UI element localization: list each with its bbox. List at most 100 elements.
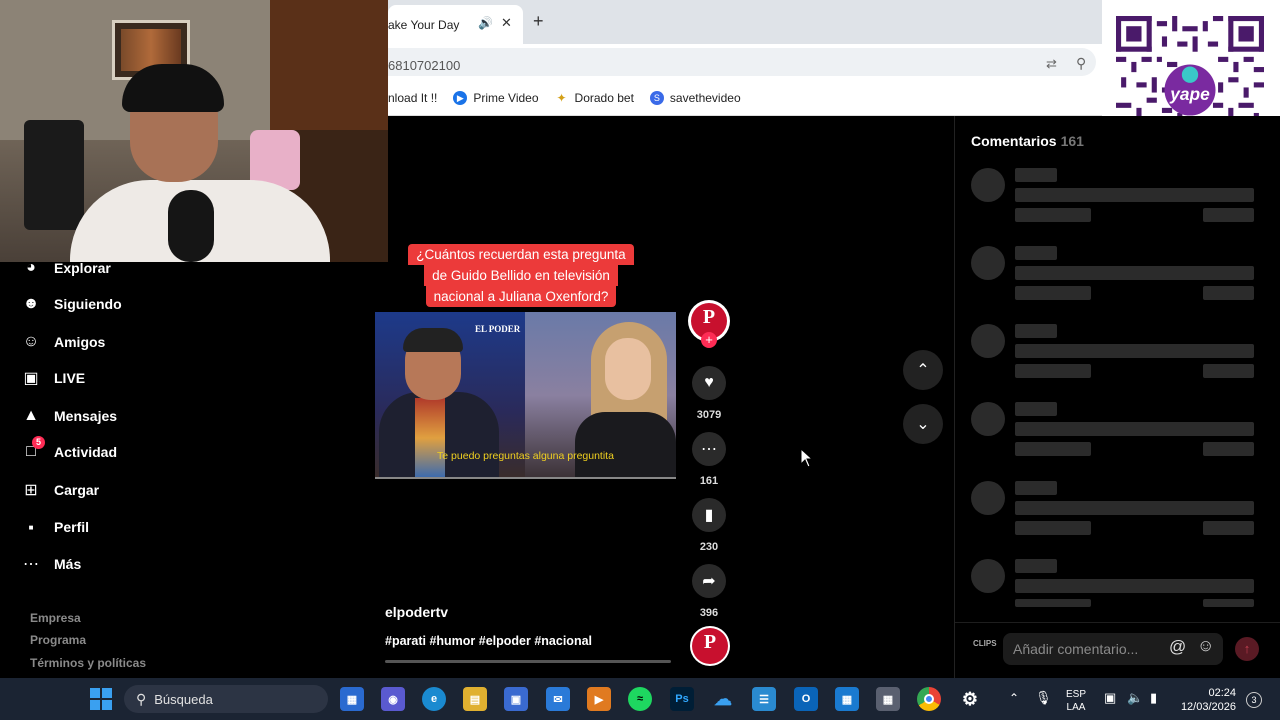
sidebar-item-actividad[interactable]: □ 5 Actividad: [20, 436, 118, 464]
calendar-icon[interactable]: ▦: [835, 687, 859, 711]
settings-icon[interactable]: ⚙: [958, 687, 982, 711]
sidebar-item-live[interactable]: ▣ LIVE: [20, 366, 85, 390]
teams-icon[interactable]: ◉: [381, 687, 405, 711]
video-hashtags[interactable]: #parati #humor #elpoder #nacional: [385, 634, 592, 648]
volume-icon[interactable]: 🔈: [1127, 690, 1143, 706]
chevron-up-icon[interactable]: ⌃: [1009, 691, 1019, 705]
yape-logo-text: yape: [1169, 84, 1210, 104]
chrome-icon[interactable]: [917, 687, 941, 711]
clock-time: 02:24: [1208, 687, 1236, 699]
media-player-icon[interactable]: ▶: [587, 687, 611, 711]
comment-input-row: CLIPS @ ☺ ↑: [955, 622, 1280, 678]
close-icon[interactable]: ✕: [501, 15, 512, 31]
microphone-icon[interactable]: 🎙: [1035, 690, 1052, 706]
previous-video-button[interactable]: ⌃: [903, 350, 943, 390]
address-field[interactable]: 6810702100 ⇄ ⚲: [388, 48, 1096, 76]
browser-tab[interactable]: ake Your Day 🔊 ✕: [388, 5, 523, 44]
bookmark-download-it[interactable]: nload It !!: [388, 91, 437, 105]
video-caption: ¿Cuántos recuerdan esta pregunta de Guid…: [400, 244, 642, 310]
comment-input[interactable]: [1003, 633, 1223, 665]
footer-link-terminos[interactable]: Términos y políticas: [30, 656, 146, 670]
new-tab-button[interactable]: +: [533, 12, 544, 30]
follow-plus-icon[interactable]: +: [701, 332, 717, 348]
bookmark-savethevideo[interactable]: S savethevideo: [649, 90, 741, 105]
bookmark-dorado-bet[interactable]: ✦ Dorado bet: [555, 91, 634, 105]
address-text: 6810702100: [388, 58, 461, 73]
speaker-icon[interactable]: 🔊: [478, 16, 493, 30]
spotify-icon[interactable]: ≈: [628, 687, 652, 711]
video-woman-face: [605, 338, 651, 400]
like-button[interactable]: ♥: [692, 366, 726, 400]
footer-link-programa[interactable]: Programa: [30, 633, 86, 647]
calculator-icon[interactable]: ▦: [876, 687, 900, 711]
network-icon[interactable]: ▣: [1104, 690, 1116, 706]
dorado-bet-icon: ✦: [556, 90, 567, 105]
video-man-hair: [403, 328, 463, 352]
video-subtitle: Te puedo preguntas alguna preguntita: [437, 450, 614, 462]
following-icon: ☻: [22, 295, 40, 312]
comments-header: Comentarios 161: [971, 133, 1084, 149]
bookmark-prime-video[interactable]: ▶ Prime Video: [453, 90, 539, 105]
footer-link-empresa[interactable]: Empresa: [30, 611, 81, 625]
translate-icon[interactable]: ⇄: [1046, 56, 1057, 72]
battery-icon[interactable]: ▮: [1150, 690, 1157, 706]
windows-start-icon[interactable]: [89, 687, 113, 711]
sound-avatar[interactable]: P: [690, 626, 730, 666]
language-indicator[interactable]: ESP LAA: [1066, 688, 1086, 714]
creator-username[interactable]: elpodertv: [385, 604, 448, 620]
tab-title: ake Your Day: [388, 17, 460, 32]
chevron-up-icon: ⌃: [916, 362, 930, 379]
address-bar: 6810702100 ⇄ ⚲: [388, 44, 1102, 80]
sidebar-item-label: Cargar: [54, 482, 100, 498]
share-button[interactable]: ➦: [692, 564, 726, 598]
sidebar-item-siguiendo[interactable]: ☻ Siguiendo: [20, 292, 122, 316]
photoshop-icon[interactable]: Ps: [670, 687, 694, 711]
comment-count: 161: [699, 475, 719, 487]
like-count: 3079: [696, 409, 722, 421]
store-icon[interactable]: ▣: [504, 687, 528, 711]
share-count: 396: [699, 607, 719, 619]
task-view-icon[interactable]: ▦: [340, 687, 364, 711]
sidebar-item-amigos[interactable]: ☺ Amigos: [20, 330, 106, 354]
sidebar-item-mas[interactable]: ⋯ Más: [20, 552, 81, 576]
sidebar-item-perfil[interactable]: ■ Perfil: [20, 515, 89, 539]
video-woman-body: [575, 412, 676, 477]
notepad-icon[interactable]: ☰: [752, 687, 776, 711]
compass-icon: ◕: [26, 259, 36, 276]
file-explorer-icon[interactable]: ▤: [463, 687, 487, 711]
activity-icon: □ 5: [20, 436, 45, 463]
mention-icon[interactable]: @: [1169, 637, 1186, 657]
caption-line: nacional a Juliana Oxenford?: [425, 286, 617, 307]
outlook-icon[interactable]: O: [794, 687, 818, 711]
sidebar-item-label: Amigos: [54, 334, 106, 350]
sidebar-item-mensajes[interactable]: ▲ Mensajes: [20, 404, 117, 428]
edge-icon[interactable]: e: [422, 687, 446, 711]
zoom-icon[interactable]: ⚲: [1076, 55, 1086, 72]
save-count: 230: [699, 541, 719, 553]
video-player[interactable]: EL PODER Te puedo preguntas alguna pregu…: [375, 312, 676, 479]
bookmark-label: Dorado bet: [574, 90, 634, 105]
browser-tab-bar: ake Your Day 🔊 ✕ +: [388, 0, 1102, 44]
taskbar-search[interactable]: ⚲ Búsqueda: [124, 685, 328, 713]
creator-avatar[interactable]: P +: [688, 300, 730, 348]
video-progress-bar[interactable]: [385, 660, 671, 663]
notification-count[interactable]: 3: [1246, 692, 1262, 708]
sidebar-item-explorar[interactable]: ◕ Explorar: [20, 256, 111, 280]
onedrive-icon[interactable]: ☁: [711, 687, 735, 711]
next-video-button[interactable]: ⌄: [903, 404, 943, 444]
sidebar-item-label: LIVE: [54, 370, 86, 386]
sidebar-item-cargar[interactable]: ⊞ Cargar: [20, 478, 99, 502]
comments-count: 161: [1060, 133, 1084, 149]
sidebar-item-label: Explorar: [54, 260, 111, 276]
emoji-icon[interactable]: ☺: [1197, 636, 1214, 656]
caption-line: de Guido Bellido en televisión: [424, 265, 618, 286]
bookmark-label: nload It !!: [388, 90, 438, 105]
comment-button[interactable]: ⋯: [692, 432, 726, 466]
sidebar-item-label: Mensajes: [54, 408, 118, 424]
clock[interactable]: 02:24 12/03/2026: [1178, 686, 1236, 714]
save-button[interactable]: ▮: [692, 498, 726, 532]
upload-icon: ⊞: [24, 482, 38, 499]
sidebar-item-label: Actividad: [54, 444, 118, 460]
send-icon[interactable]: ↑: [1235, 637, 1259, 661]
mail-icon[interactable]: ✉: [546, 687, 570, 711]
